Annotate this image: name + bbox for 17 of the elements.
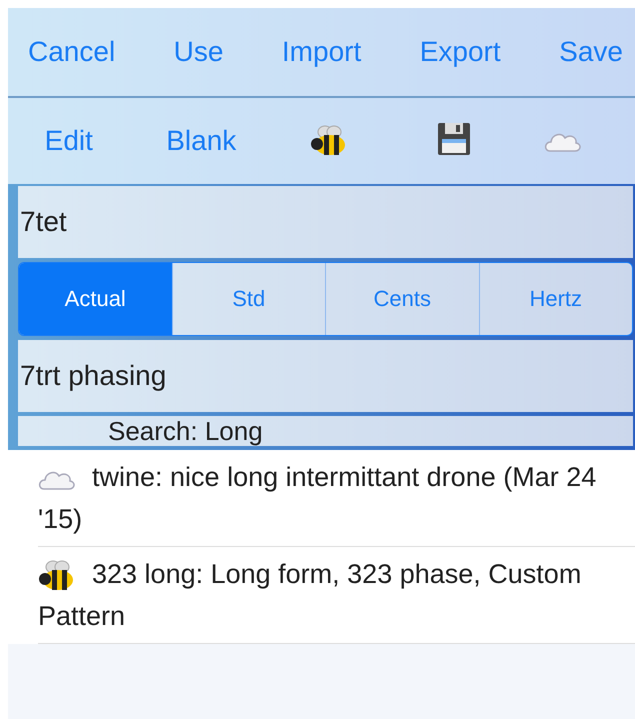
- segment-tab[interactable]: Actual: [19, 263, 172, 335]
- toolbar-button[interactable]: Edit: [44, 125, 93, 157]
- name-field[interactable]: 7tet: [18, 186, 633, 258]
- nav-button[interactable]: Use: [174, 36, 224, 68]
- segment-tab[interactable]: Hertz: [478, 263, 632, 335]
- nav-button[interactable]: Import: [282, 36, 362, 68]
- nav-button[interactable]: Cancel: [28, 36, 116, 68]
- search-field[interactable]: Search: Long: [18, 416, 633, 446]
- segment-tab[interactable]: Std: [172, 263, 325, 335]
- nav-button[interactable]: Export: [420, 36, 501, 68]
- result-row[interactable]: twine: nice long intermittant drone (Mar 24 '15): [38, 450, 635, 547]
- result-text: 323 long: Long form, 323 phase, Custom Pattern: [38, 558, 582, 633]
- result-text: twine: nice long intermittant drone (Mar 24 '15): [38, 461, 598, 536]
- nav-button[interactable]: Save: [559, 36, 623, 68]
- segment-tab[interactable]: Cents: [325, 263, 478, 335]
- toolbar-button[interactable]: Blank: [166, 125, 236, 157]
- description-field[interactable]: 7trt phasing: [18, 340, 633, 412]
